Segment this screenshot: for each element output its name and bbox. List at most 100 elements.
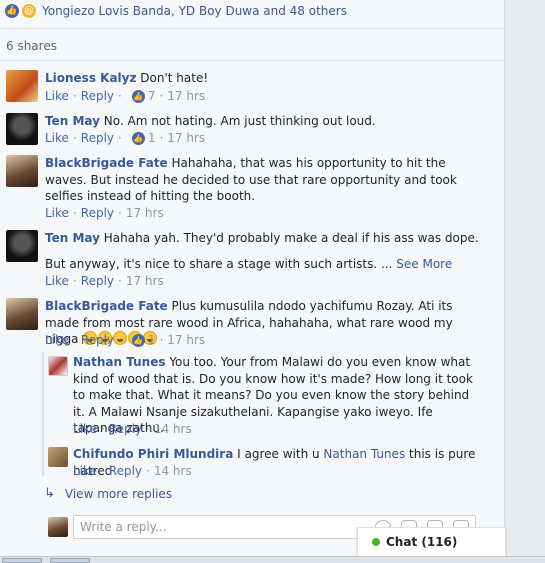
- divider: [0, 60, 505, 61]
- like-count-badge[interactable]: 👍 1: [131, 333, 156, 347]
- separator: ·: [118, 274, 122, 288]
- avatar[interactable]: [6, 230, 38, 262]
- separator: ·: [118, 131, 122, 145]
- separator: ·: [72, 274, 77, 288]
- like-count-badge[interactable]: 👍 7: [131, 89, 156, 103]
- comment-author[interactable]: BlackBrigade Fate: [45, 156, 168, 170]
- like-count: 1: [147, 131, 156, 145]
- comment-author[interactable]: Ten May: [45, 114, 100, 128]
- reply-author[interactable]: Chifundo Phiri Mlundira: [73, 447, 233, 461]
- reply-button[interactable]: Reply: [81, 333, 114, 347]
- avatar[interactable]: [6, 298, 38, 330]
- like-button[interactable]: Like: [45, 333, 69, 347]
- separator: ·: [100, 464, 105, 478]
- reply-button[interactable]: Reply: [109, 422, 142, 436]
- reply-thread-line: [42, 352, 44, 476]
- reply-body: I agree with u: [237, 447, 320, 461]
- right-sidebar: [506, 0, 545, 563]
- comment-time[interactable]: 17 hrs: [167, 131, 205, 145]
- separator: ·: [146, 464, 150, 478]
- comment-body: Don't hate!: [140, 71, 209, 85]
- comment-body: No. Am not hating. Am just thinking out …: [103, 114, 376, 128]
- reply-actions: Like · Reply · 14 hrs: [73, 422, 192, 436]
- comments-panel: 👍 😆 Yongiezo Lovis Banda, YD Boy Duwa an…: [0, 0, 505, 563]
- like-count: 7: [147, 89, 156, 103]
- divider: [0, 28, 505, 29]
- comment-time[interactable]: 17 hrs: [167, 333, 205, 347]
- reply-author[interactable]: Nathan Tunes: [73, 355, 165, 369]
- comment-actions: Like · Reply · 👍 1 · 17 hrs: [45, 333, 205, 347]
- avatar[interactable]: [48, 356, 68, 376]
- separator: ·: [100, 422, 105, 436]
- comment-text-continued: But anyway, it's nice to share a stage w…: [45, 256, 485, 273]
- comment-text: BlackBrigade Fate Hahahaha, that was his…: [45, 155, 480, 205]
- avatar: [48, 517, 68, 537]
- comment-time[interactable]: 17 hrs: [126, 206, 164, 220]
- like-icon: 👍: [131, 333, 145, 347]
- separator: ·: [146, 422, 150, 436]
- comment-time[interactable]: 17 hrs: [167, 89, 205, 103]
- avatar[interactable]: [6, 113, 38, 145]
- comment-time[interactable]: 17 hrs: [126, 274, 164, 288]
- reply-actions: Like · Reply · 14 hrs: [73, 464, 192, 478]
- separator: ·: [72, 333, 77, 347]
- chat-label: Chat (116): [386, 535, 458, 549]
- like-icon: 👍: [131, 89, 145, 103]
- taskbar-button[interactable]: [2, 558, 42, 563]
- like-button[interactable]: Like: [45, 131, 69, 145]
- reply-input[interactable]: [74, 516, 344, 538]
- reply-button[interactable]: Reply: [81, 206, 114, 220]
- comment-body-continued: But anyway, it's nice to share a stage w…: [45, 257, 393, 271]
- comment-actions: Like · Reply · 👍 7 · 17 hrs: [45, 89, 205, 103]
- like-count-badge[interactable]: 👍 1: [131, 131, 156, 145]
- comment-actions: Like · Reply · 17 hrs: [45, 274, 164, 288]
- separator: ·: [159, 131, 164, 145]
- shares-count[interactable]: 6 shares: [6, 39, 57, 53]
- taskbar-button[interactable]: [50, 558, 90, 563]
- reply-button[interactable]: Reply: [81, 89, 114, 103]
- chat-tab[interactable]: Chat (116): [357, 527, 506, 557]
- reply-button[interactable]: Reply: [109, 464, 142, 478]
- view-more-replies[interactable]: ↳ View more replies: [44, 486, 172, 501]
- like-button[interactable]: Like: [45, 89, 69, 103]
- separator: ·: [72, 206, 77, 220]
- comment-text: Lioness Kalyz Don't hate!: [45, 70, 485, 87]
- avatar[interactable]: [6, 70, 38, 102]
- like-button[interactable]: Like: [45, 206, 69, 220]
- reply-arrow-icon: ↳: [44, 486, 55, 501]
- comment-actions: Like · Reply · 👍 1 · 17 hrs: [45, 131, 205, 145]
- comment-text: Ten May Hahaha yah. They'd probably make…: [45, 230, 485, 247]
- reply-button[interactable]: Reply: [81, 274, 114, 288]
- comment-author[interactable]: BlackBrigade Fate: [45, 299, 168, 313]
- comment-author[interactable]: Lioness Kalyz: [45, 71, 136, 85]
- reactions-summary[interactable]: 👍 😆 Yongiezo Lovis Banda, YD Boy Duwa an…: [4, 2, 347, 20]
- separator: ·: [118, 333, 122, 347]
- avatar[interactable]: [48, 447, 68, 467]
- reactions-names[interactable]: Yongiezo Lovis Banda, YD Boy Duwa and 48…: [42, 4, 347, 18]
- like-button[interactable]: Like: [73, 464, 97, 478]
- comment-text: Ten May No. Am not hating. Am just think…: [45, 113, 485, 130]
- haha-icon: 😆: [21, 3, 37, 19]
- separator: ·: [118, 89, 122, 103]
- comment-actions: Like · Reply · 17 hrs: [45, 206, 164, 220]
- separator: ·: [72, 131, 77, 145]
- avatar[interactable]: [6, 155, 38, 187]
- separator: ·: [118, 206, 122, 220]
- like-icon: 👍: [4, 3, 20, 19]
- separator: ·: [159, 89, 164, 103]
- like-button[interactable]: Like: [45, 274, 69, 288]
- mention-link[interactable]: Nathan Tunes: [323, 447, 405, 461]
- like-count: 1: [147, 333, 156, 347]
- like-icon: 👍: [131, 131, 145, 145]
- reply-time[interactable]: 14 hrs: [154, 464, 192, 478]
- see-more-link[interactable]: See More: [396, 257, 452, 271]
- like-button[interactable]: Like: [73, 422, 97, 436]
- separator: ·: [72, 89, 77, 103]
- view-more-replies-label: View more replies: [64, 486, 173, 501]
- reply-button[interactable]: Reply: [81, 131, 114, 145]
- reply-time[interactable]: 14 hrs: [154, 422, 192, 436]
- comment-author[interactable]: Ten May: [45, 231, 100, 245]
- online-indicator: [372, 538, 380, 546]
- separator: ·: [159, 333, 164, 347]
- comment-body: Hahaha yah. They'd probably make a deal …: [103, 231, 479, 245]
